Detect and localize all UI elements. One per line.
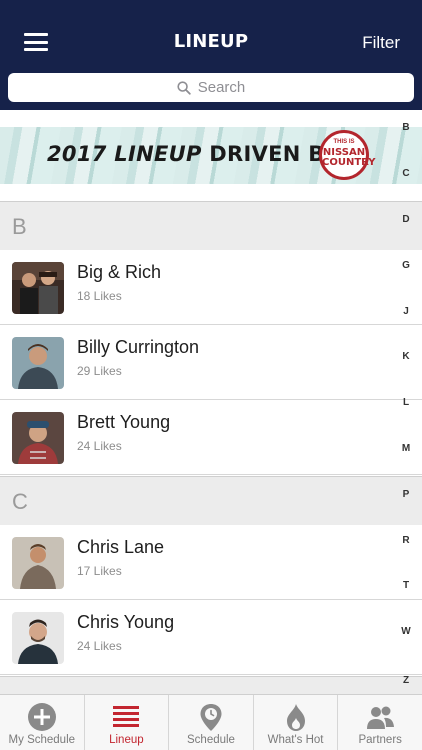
search-icon [177, 80, 191, 95]
artist-likes: 18 Likes [77, 289, 122, 303]
tab-lineup[interactable]: Lineup [85, 695, 170, 750]
artist-name: Billy Currington [77, 337, 200, 357]
map-pin-icon [200, 704, 222, 731]
tab-label: What's Hot [267, 734, 324, 746]
index-letter[interactable]: C [396, 168, 416, 179]
filter-button[interactable]: Filter [362, 33, 400, 53]
index-letter[interactable]: J [396, 306, 416, 317]
artist-avatar [12, 262, 64, 314]
artist-row-big-and-rich[interactable]: Big & Rich 18 Likes [0, 250, 422, 325]
artist-avatar [12, 337, 64, 389]
tab-whats-hot[interactable]: What's Hot [254, 695, 339, 750]
section-header-c: C [0, 476, 422, 526]
tab-label: My Schedule [8, 734, 76, 746]
index-letter[interactable]: R [396, 535, 416, 546]
artist-likes: 24 Likes [77, 439, 122, 453]
artist-row-chris-young[interactable]: Chris Young 24 Likes [0, 600, 422, 675]
index-letter[interactable]: W [396, 626, 416, 637]
tab-my-schedule[interactable]: My Schedule [0, 695, 85, 750]
artist-row-chris-lane[interactable]: Chris Lane 17 Likes [0, 525, 422, 600]
index-letter[interactable]: G [396, 260, 416, 271]
banner-text: 2017 LINEUP DRIVEN BY [47, 142, 339, 166]
list-icon [113, 706, 140, 727]
artist-likes: 17 Likes [77, 564, 122, 578]
section-header-b: B [0, 201, 422, 251]
tab-label: Lineup [109, 734, 144, 746]
section-letter: C [12, 489, 28, 514]
alphabet-index[interactable]: B C D G J K L M P R T W Z [396, 120, 416, 695]
artist-row-brett-young[interactable]: Brett Young 24 Likes [0, 400, 422, 475]
tab-label: Partners [358, 734, 402, 746]
tab-bar: My Schedule Lineup Schedule What's Hot P… [0, 694, 422, 750]
tab-label: Schedule [187, 734, 235, 746]
artist-likes: 24 Likes [77, 639, 122, 653]
search-input[interactable]: Search [8, 73, 414, 102]
artist-avatar [12, 612, 64, 664]
artist-avatar [12, 412, 64, 464]
search-placeholder: Search [197, 79, 246, 96]
index-letter[interactable]: Z [396, 675, 416, 686]
plus-circle-icon [27, 703, 56, 731]
artist-name: Chris Young [77, 612, 175, 632]
people-icon [367, 706, 395, 729]
artist-row-billy-currington[interactable]: Billy Currington 29 Likes [0, 325, 422, 400]
app-header: LINEUP Filter Search [0, 0, 422, 110]
section-letter: B [12, 214, 27, 239]
index-letter[interactable]: B [396, 122, 416, 133]
index-letter[interactable]: M [396, 443, 416, 454]
index-letter[interactable]: D [396, 214, 416, 225]
nissan-country-logo: THIS IS NISSAN COUNTRY [319, 130, 376, 180]
tab-partners[interactable]: Partners [338, 695, 422, 750]
index-letter[interactable]: L [396, 397, 416, 408]
index-letter[interactable]: P [396, 489, 416, 500]
index-letter[interactable]: K [396, 351, 416, 362]
artist-name: Big & Rich [77, 262, 162, 282]
page-title: LINEUP [173, 31, 249, 52]
artist-likes: 29 Likes [77, 364, 122, 378]
artist-avatar [12, 537, 64, 589]
artist-name: Chris Lane [77, 537, 165, 557]
index-letter[interactable]: T [396, 580, 416, 591]
artist-name: Brett Young [77, 412, 171, 432]
tab-schedule[interactable]: Schedule [169, 695, 254, 750]
flame-icon [286, 704, 305, 731]
